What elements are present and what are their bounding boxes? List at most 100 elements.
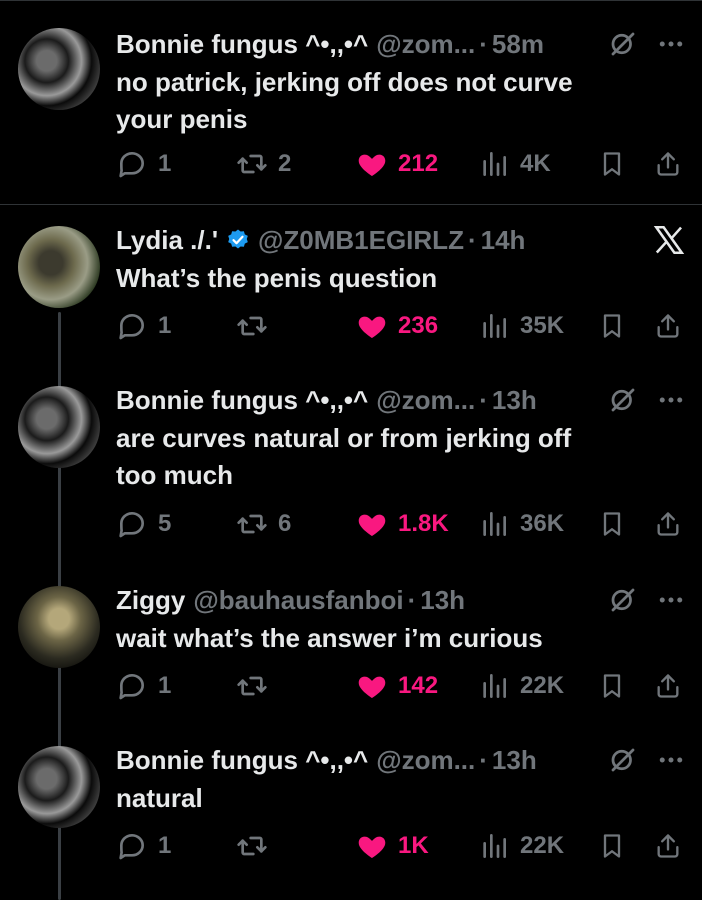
handle[interactable]: @zom... <box>376 745 475 776</box>
header-icons <box>608 24 686 64</box>
tweet-text: What’s the penis question <box>116 260 686 297</box>
bookmark-button[interactable] <box>598 832 626 860</box>
display-name[interactable]: Ziggy <box>116 585 185 616</box>
tweet-header: Bonnie fungus ^•,,•^ @zom... · 13h <box>116 380 686 420</box>
heart-icon <box>356 830 388 862</box>
handle[interactable]: @bauhausfanboi <box>193 585 403 616</box>
view-count: 22K <box>520 832 565 859</box>
top-divider <box>0 0 702 1</box>
timestamp[interactable]: 14h <box>481 225 526 256</box>
view-count: 36K <box>520 510 565 537</box>
heart-icon <box>356 508 388 540</box>
more-icon[interactable] <box>656 385 686 415</box>
retweet-button[interactable]: 2 <box>236 148 291 180</box>
share-button[interactable] <box>654 510 682 538</box>
bonnie-avatar[interactable] <box>18 28 100 110</box>
reply-icon <box>116 830 148 862</box>
like-button[interactable]: 212 <box>356 148 438 180</box>
like-button[interactable]: 142 <box>356 670 438 702</box>
ziggy-avatar[interactable] <box>18 586 100 668</box>
views-icon <box>478 310 510 342</box>
tweet-text-line: too much <box>116 460 233 490</box>
share-icon <box>654 672 682 700</box>
reply-button[interactable]: 5 <box>116 508 171 540</box>
timestamp[interactable]: 13h <box>420 585 465 616</box>
views-button[interactable]: 35K <box>478 310 564 342</box>
tweet-2[interactable]: Bonnie fungus ^•,,•^ @zom... · 13h are c… <box>0 380 702 560</box>
share-button[interactable] <box>654 672 682 700</box>
tweet-header: Bonnie fungus ^•,,•^ @zom... · 13h <box>116 740 686 780</box>
views-icon <box>478 508 510 540</box>
timestamp[interactable]: 13h <box>492 745 537 776</box>
display-name[interactable]: Bonnie fungus ^•,,•^ <box>116 745 368 776</box>
timestamp[interactable]: 13h <box>492 385 537 416</box>
display-name[interactable]: Bonnie fungus ^•,,•^ <box>116 385 368 416</box>
retweet-button[interactable]: 6 <box>236 508 291 540</box>
like-button[interactable]: 236 <box>356 310 438 342</box>
share-button[interactable] <box>654 312 682 340</box>
tweet-text-line: your penis <box>116 104 248 134</box>
tweet-text: wait what’s the answer i’m curious <box>116 620 686 657</box>
bonnie-avatar[interactable] <box>18 746 100 828</box>
bookmark-icon <box>598 150 626 178</box>
share-button[interactable] <box>654 150 682 178</box>
like-count: 1.8K <box>398 510 449 537</box>
tweet-text: natural <box>116 780 686 817</box>
bookmark-button[interactable] <box>598 672 626 700</box>
like-button[interactable]: 1K <box>356 830 429 862</box>
separator-dot: · <box>467 224 477 255</box>
verified-badge-icon <box>226 228 250 252</box>
views-button[interactable]: 36K <box>478 508 564 540</box>
share-button[interactable] <box>654 832 682 860</box>
like-count: 236 <box>398 312 439 339</box>
display-name[interactable]: Bonnie fungus ^•,,•^ <box>116 29 368 60</box>
tweet-text: no patrick, jerking off does not curve y… <box>116 64 686 138</box>
retweet-button[interactable] <box>236 670 278 702</box>
retweet-button[interactable] <box>236 830 278 862</box>
bookmark-button[interactable] <box>598 150 626 178</box>
views-icon <box>478 670 510 702</box>
reply-button[interactable]: 1 <box>116 670 171 702</box>
bonnie-avatar[interactable] <box>18 386 100 468</box>
reply-button[interactable]: 1 <box>116 148 171 180</box>
lydia-avatar[interactable] <box>18 226 100 308</box>
views-button[interactable]: 22K <box>478 670 564 702</box>
bookmark-icon <box>598 312 626 340</box>
view-count: 4K <box>520 150 551 177</box>
views-button[interactable]: 22K <box>478 830 564 862</box>
reply-icon <box>116 310 148 342</box>
bookmark-button[interactable] <box>598 510 626 538</box>
handle[interactable]: @Z0MB1EGIRLZ <box>258 225 464 256</box>
views-button[interactable]: 4K <box>478 148 551 180</box>
display-name[interactable]: Lydia ./.' <box>116 225 218 256</box>
more-icon[interactable] <box>656 585 686 615</box>
tweet-0[interactable]: Bonnie fungus ^•,,•^ @zom... · 58m no pa… <box>0 18 702 198</box>
grok-icon[interactable] <box>608 585 638 615</box>
reply-button[interactable]: 1 <box>116 310 171 342</box>
tweet-4[interactable]: Bonnie fungus ^•,,•^ @zom... · 13h natur… <box>0 740 702 880</box>
more-icon[interactable] <box>656 29 686 59</box>
tweet-divider <box>0 204 702 205</box>
bookmark-button[interactable] <box>598 312 626 340</box>
reply-count: 1 <box>158 150 172 177</box>
tweet-1[interactable]: Lydia ./.' @Z0MB1EGIRLZ · 14h What’s the… <box>0 218 702 358</box>
grok-icon[interactable] <box>608 385 638 415</box>
separator-dot: · <box>479 384 488 415</box>
reply-count: 1 <box>158 312 172 339</box>
like-button[interactable]: 1.8K <box>356 508 449 540</box>
like-count: 142 <box>398 672 439 699</box>
grok-icon[interactable] <box>608 29 638 59</box>
separator-dot: · <box>479 28 488 59</box>
tweet-header: Ziggy @bauhausfanboi · 13h <box>116 580 686 620</box>
retweet-button[interactable] <box>236 310 278 342</box>
timestamp[interactable]: 58m <box>492 29 544 60</box>
handle[interactable]: @zom... <box>376 385 475 416</box>
tweet-3[interactable]: Ziggy @bauhausfanboi · 13h wait what’s t… <box>0 580 702 720</box>
grok-icon[interactable] <box>608 745 638 775</box>
reply-button[interactable]: 1 <box>116 830 171 862</box>
tweet-text-line: are curves natural or from jerking off <box>116 423 572 453</box>
more-icon[interactable] <box>656 745 686 775</box>
header-icons <box>608 380 686 420</box>
view-count: 22K <box>520 672 565 699</box>
handle[interactable]: @zom... <box>376 29 475 60</box>
